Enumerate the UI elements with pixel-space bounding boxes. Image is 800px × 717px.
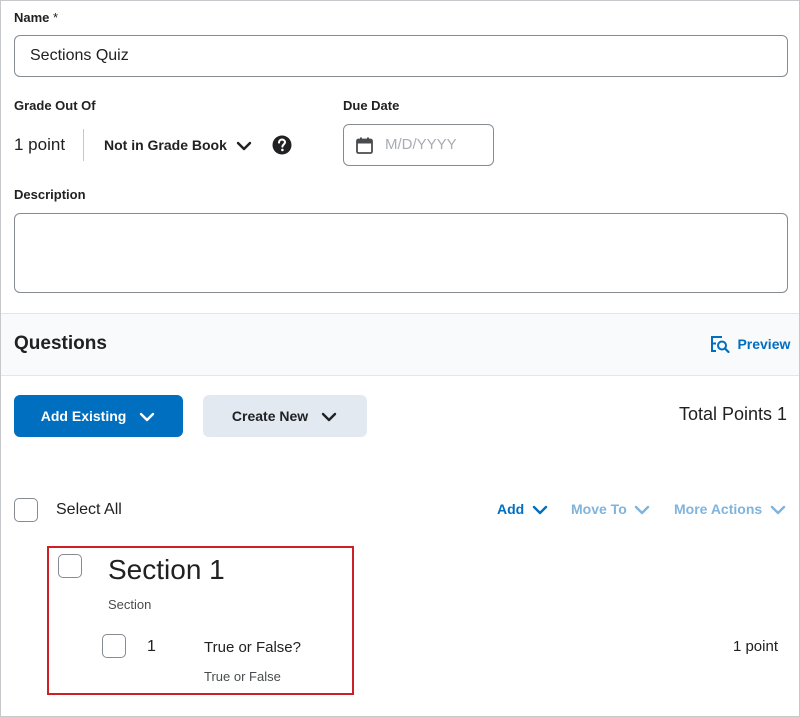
questions-header: Questions Preview — [1, 313, 799, 376]
question-help-icon[interactable] — [272, 135, 292, 155]
grade-out-of-label: Grade Out Of — [14, 98, 96, 113]
grade-book-value: Not in Grade Book — [104, 137, 227, 153]
due-date-input[interactable]: M/D/YYYY — [343, 124, 494, 166]
chevron-down-icon — [770, 505, 785, 514]
grade-book-dropdown[interactable]: Not in Grade Book — [104, 137, 253, 153]
select-all-checkbox[interactable] — [14, 498, 38, 522]
section-type: Section — [108, 597, 152, 612]
total-points: Total Points 1 — [678, 404, 787, 424]
quiz-editor: Name * Sections Quiz Grade Out Of 1 poin… — [0, 0, 800, 717]
section-checkbox[interactable] — [58, 554, 82, 578]
create-new-button[interactable]: Create New — [203, 395, 367, 437]
chevron-down-icon — [236, 142, 251, 151]
chevron-down-icon — [140, 413, 155, 422]
description-input[interactable] — [14, 213, 788, 293]
question-checkbox[interactable] — [102, 634, 126, 658]
question-type: True or False — [204, 669, 281, 684]
chevron-down-icon — [532, 505, 547, 514]
preview-button[interactable]: Preview — [710, 335, 791, 354]
questions-heading: Questions — [14, 333, 107, 354]
select-all-label: Select All — [56, 501, 122, 518]
move-to-menu-button[interactable]: Move To — [571, 501, 651, 519]
add-menu-button[interactable]: Add — [497, 501, 549, 519]
preview-label: Preview — [737, 336, 791, 352]
question-number: 1 — [147, 638, 156, 655]
due-date-label: Due Date — [343, 98, 400, 113]
question-points: 1 point — [732, 638, 778, 655]
question-title[interactable]: True or False? — [204, 639, 301, 656]
more-actions-menu-button[interactable]: More Actions — [674, 501, 787, 519]
name-input[interactable]: Sections Quiz — [14, 35, 788, 77]
chevron-down-icon — [635, 505, 650, 514]
section-title[interactable]: Section 1 — [108, 554, 225, 586]
add-existing-button[interactable]: Add Existing — [14, 395, 183, 437]
grade-divider — [83, 129, 84, 161]
preview-icon — [711, 336, 730, 354]
name-input-value: Sections Quiz — [30, 47, 129, 64]
chevron-down-icon — [321, 413, 337, 422]
due-date-placeholder: M/D/YYYY — [385, 136, 457, 153]
grade-value[interactable]: 1 point — [14, 135, 65, 155]
description-label: Description — [14, 187, 86, 202]
name-label: Name * — [14, 10, 59, 25]
calendar-icon — [356, 137, 373, 154]
